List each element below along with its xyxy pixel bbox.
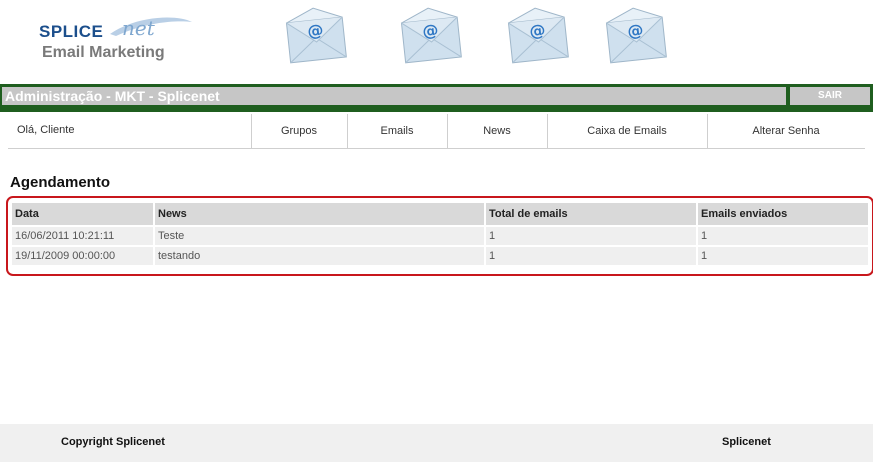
nav-item-alterar-senha[interactable]: Alterar Senha [707,114,865,148]
svg-text:@: @ [421,20,439,41]
section-title: Agendamento [10,174,111,191]
svg-text:@: @ [306,20,324,41]
email-envelope-icon: @ [285,7,347,64]
cell-date: 16/06/2011 10:21:11 [12,225,154,246]
nav-item-grupos[interactable]: Grupos [251,114,347,148]
cell-date: 19/11/2009 00:00:00 [12,245,154,265]
cell-emails-sent: 1 [696,245,868,265]
page-title: Administração - MKT - Splicenet [5,88,220,104]
page-footer: Copyright Splicenet Splicenet [0,424,873,462]
column-header-emails-enviados: Emails enviados [696,203,868,226]
cell-total-emails: 1 [484,245,697,265]
logo-subtitle: Email Marketing [42,44,165,61]
schedule-panel: Data News Total de emails Emails enviado… [6,196,873,276]
column-header-news: News [153,203,485,226]
cell-news: testando [153,245,485,265]
table-row: 19/11/2009 00:00:00 testando 1 1 [12,245,868,265]
svg-text:@: @ [528,20,546,41]
email-envelope-icon: @ [400,7,462,64]
cell-total-emails: 1 [484,225,697,246]
admin-title-bar: Administração - MKT - Splicenet SAIR [0,84,873,112]
nav-item-news[interactable]: News [447,114,547,148]
email-envelope-icon: @ [605,7,667,64]
table-row: 16/06/2011 10:21:11 Teste 1 1 [12,225,868,246]
nav-item-emails[interactable]: Emails [347,114,447,148]
main-nav: Olá, Cliente Grupos Emails News Caixa de… [8,114,865,149]
svg-text:@: @ [626,20,644,41]
logo-brand-suffix: net [122,16,155,40]
cell-news: Teste [153,225,485,246]
cell-emails-sent: 1 [696,225,868,246]
footer-brand: Splicenet [722,436,771,448]
schedule-table: Data News Total de emails Emails enviado… [12,203,868,265]
logout-button[interactable]: SAIR [790,87,870,105]
title-bar-inner: Administração - MKT - Splicenet [2,87,786,105]
footer-copyright: Copyright Splicenet [61,436,165,448]
user-greeting: Olá, Cliente [17,124,75,136]
logo-brand: SPLICE [39,22,104,41]
splicenet-logo: SPLICE net Email Marketing [36,14,196,66]
column-header-data: Data [12,203,154,226]
column-header-total-emails: Total de emails [484,203,697,226]
email-envelope-icon: @ [507,7,569,64]
nav-item-caixa-de-emails[interactable]: Caixa de Emails [547,114,707,148]
table-header-row: Data News Total de emails Emails enviado… [12,203,868,226]
